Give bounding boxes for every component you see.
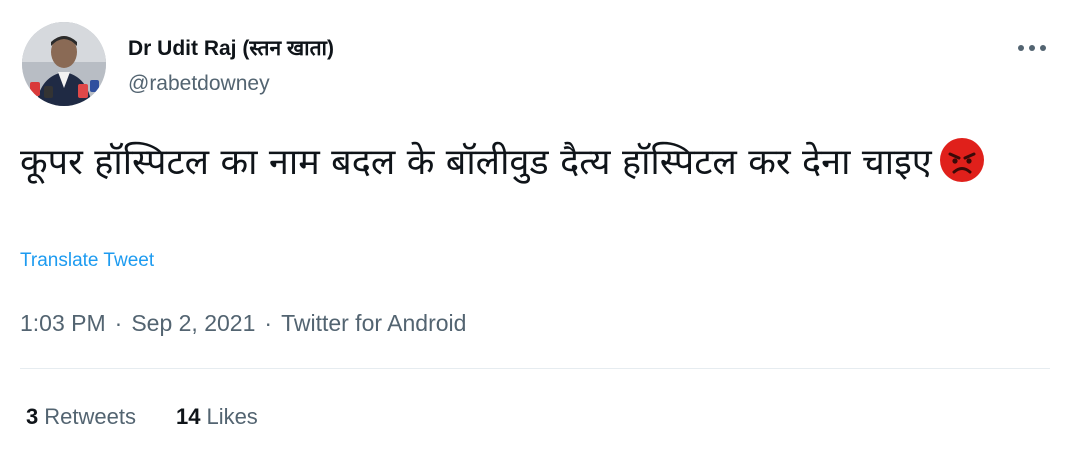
author-handle[interactable]: @rabetdowney [128,72,270,96]
more-options-button[interactable] [1012,32,1052,64]
retweets-stat[interactable]: 3 Retweets [26,404,136,430]
tweet-text-container: कूपर हॉस्पिटल का नाम बदल के बॉलीवुड दैत्… [20,136,1055,189]
author-name-row: Dr Udit Raj (स्तन खाता) [128,34,334,62]
tweet-source[interactable]: Twitter for Android [281,310,466,337]
translate-tweet-link[interactable]: Translate Tweet [20,250,154,272]
tweet-card: Dr Udit Raj (स्तन खाता) @rabetdowney कूप… [0,0,1073,461]
author-display-name[interactable]: Dr Udit Raj (स्तन खाता) [128,34,334,62]
angry-face-emoji-icon [938,136,986,184]
more-horizontal-icon [1018,45,1046,51]
likes-stat[interactable]: 14 Likes [176,404,258,430]
retweets-label: Retweets [44,404,136,429]
tweet-stats: 3 Retweets 14 Likes [26,404,298,430]
avatar[interactable] [22,22,106,106]
separator-dot: · [114,310,123,336]
likes-label: Likes [206,404,258,429]
avatar-image [22,22,106,106]
separator-dot: · [264,310,273,336]
tweet-time[interactable]: 1:03 PM [20,310,106,337]
likes-count: 14 [175,404,201,429]
retweets-count: 3 [26,404,39,429]
tweet-text: कूपर हॉस्पिटल का नाम बदल के बॉलीवुड दैत्… [20,142,932,183]
tweet-date[interactable]: Sep 2, 2021 [131,310,255,337]
tweet-metadata: 1:03 PM · Sep 2, 2021 · Twitter for Andr… [20,310,466,337]
divider [20,368,1050,369]
